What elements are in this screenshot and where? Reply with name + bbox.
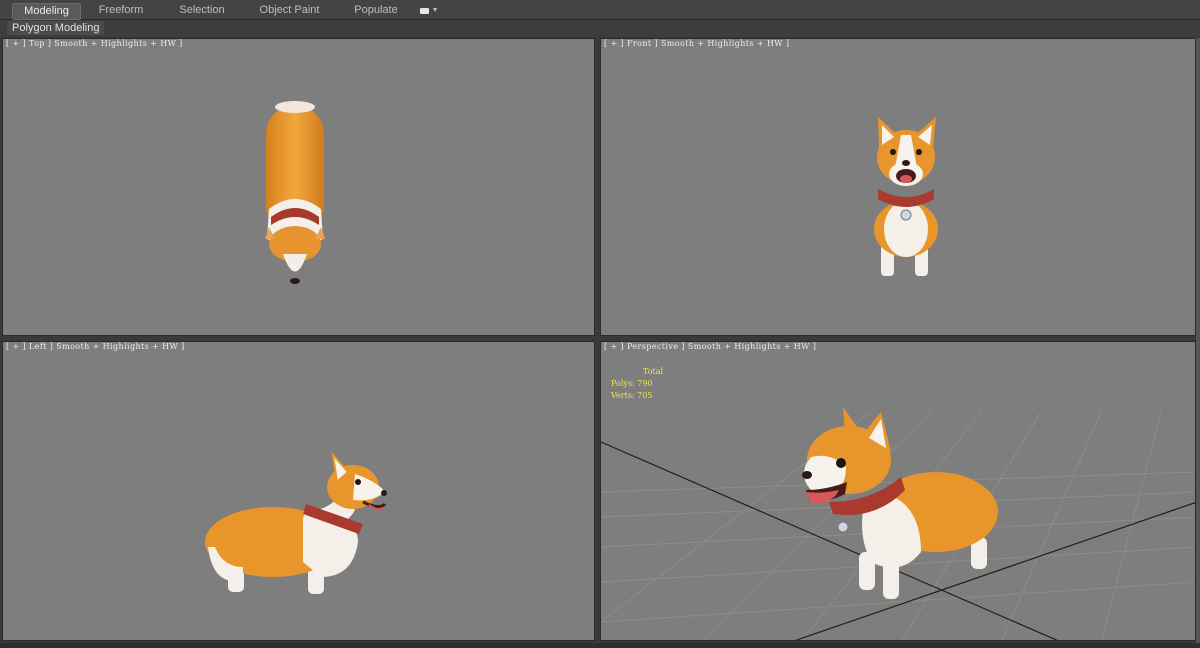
viewport-left[interactable]: [ + ] Left ] Smooth + Highlights + HW ] (2, 341, 595, 641)
panel-title-polygon-modeling[interactable]: Polygon Modeling (7, 21, 105, 35)
corgi-side-view (205, 451, 387, 594)
chevron-down-icon: ▼ (431, 7, 439, 14)
ribbon-panel-bar: Polygon Modeling (0, 20, 1200, 36)
tab-populate[interactable]: Populate (345, 3, 407, 18)
tab-modeling[interactable]: Modeling (12, 3, 81, 20)
viewport-perspective[interactable]: [ + ] Perspective ] Smooth + Highlights … (600, 341, 1196, 641)
tab-selection[interactable]: Selection (168, 3, 236, 18)
viewport-front[interactable]: [ + ] Front ] Smooth + Highlights + HW ] (600, 38, 1196, 336)
ribbon-tab-bar: Modeling Freeform Selection Object Paint… (0, 0, 1200, 20)
status-bar (0, 643, 1200, 648)
dropdown-box-icon (419, 7, 429, 14)
tab-object-paint[interactable]: Object Paint (252, 3, 327, 18)
corgi-top-view (265, 101, 325, 284)
corgi-perspective-view (601, 407, 1195, 640)
tab-freeform[interactable]: Freeform (90, 3, 152, 18)
ribbon-options-button[interactable]: ▼ (418, 3, 440, 18)
viewport-scroll-edge (1196, 38, 1200, 643)
corgi-front-view (874, 117, 938, 276)
viewport-top[interactable]: [ + ] Top ] Smooth + Highlights + HW ] (2, 38, 595, 336)
